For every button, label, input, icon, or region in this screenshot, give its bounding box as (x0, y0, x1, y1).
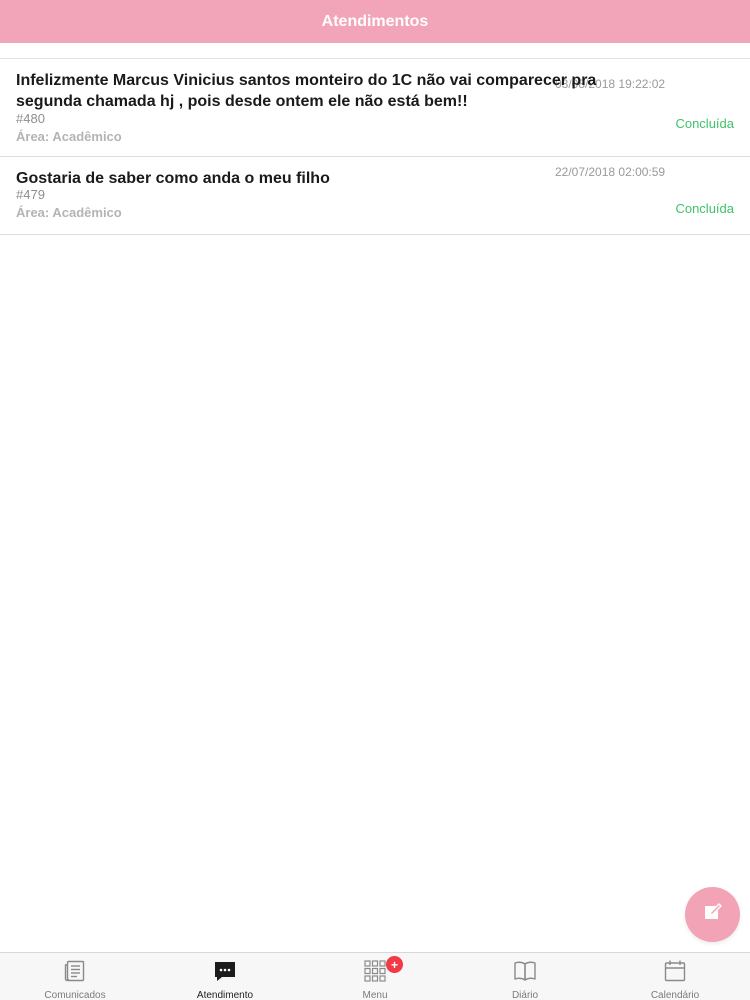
tab-label: Menu (362, 990, 388, 1000)
item-title: Gostaria de saber como anda o meu filho (16, 170, 330, 187)
attendance-list: 03/08/2018 19:22:02 Infelizmente Marcus … (0, 59, 750, 235)
status-badge: Concluída (675, 116, 734, 131)
status-badge: Concluída (675, 201, 734, 216)
item-area: Área: Acadêmico (16, 129, 122, 144)
list-item[interactable]: 22/07/2018 02:00:59 Gostaria de saber co… (0, 157, 750, 235)
tab-label: Calendário (650, 990, 700, 1000)
app: Atendimentos 03/08/2018 19:22:02 Infeliz… (0, 0, 750, 1000)
tab-comunicados[interactable]: Comunicados (0, 953, 150, 1000)
list-item[interactable]: 03/08/2018 19:22:02 Infelizmente Marcus … (0, 59, 750, 157)
bottom-tab-bar: Comunicados Atendimento + Menu Diário Ca… (0, 952, 750, 1000)
item-id: #480 (16, 111, 45, 126)
page-title: Atendimentos (321, 12, 429, 30)
tab-menu[interactable]: + Menu (300, 953, 450, 1000)
item-id: #479 (16, 187, 45, 202)
tab-label: Diário (511, 990, 539, 1000)
tab-calendario[interactable]: Calendário (600, 953, 750, 1000)
tab-label: Atendimento (196, 990, 254, 1000)
item-title: Infelizmente Marcus Vinicius santos mont… (16, 72, 597, 110)
notification-badge: + (386, 956, 403, 973)
tab-diario[interactable]: Diário (450, 953, 600, 1000)
tab-atendimento[interactable]: Atendimento (150, 953, 300, 1000)
chat-icon (212, 959, 238, 983)
header: Atendimentos (0, 0, 750, 43)
grid-icon (362, 959, 388, 983)
compose-icon (703, 902, 723, 927)
item-area: Área: Acadêmico (16, 205, 122, 220)
newspaper-icon (62, 959, 88, 983)
book-icon (512, 959, 538, 983)
tab-label: Comunicados (44, 990, 106, 1000)
calendar-icon (662, 959, 688, 983)
new-attendance-button[interactable] (685, 887, 740, 942)
